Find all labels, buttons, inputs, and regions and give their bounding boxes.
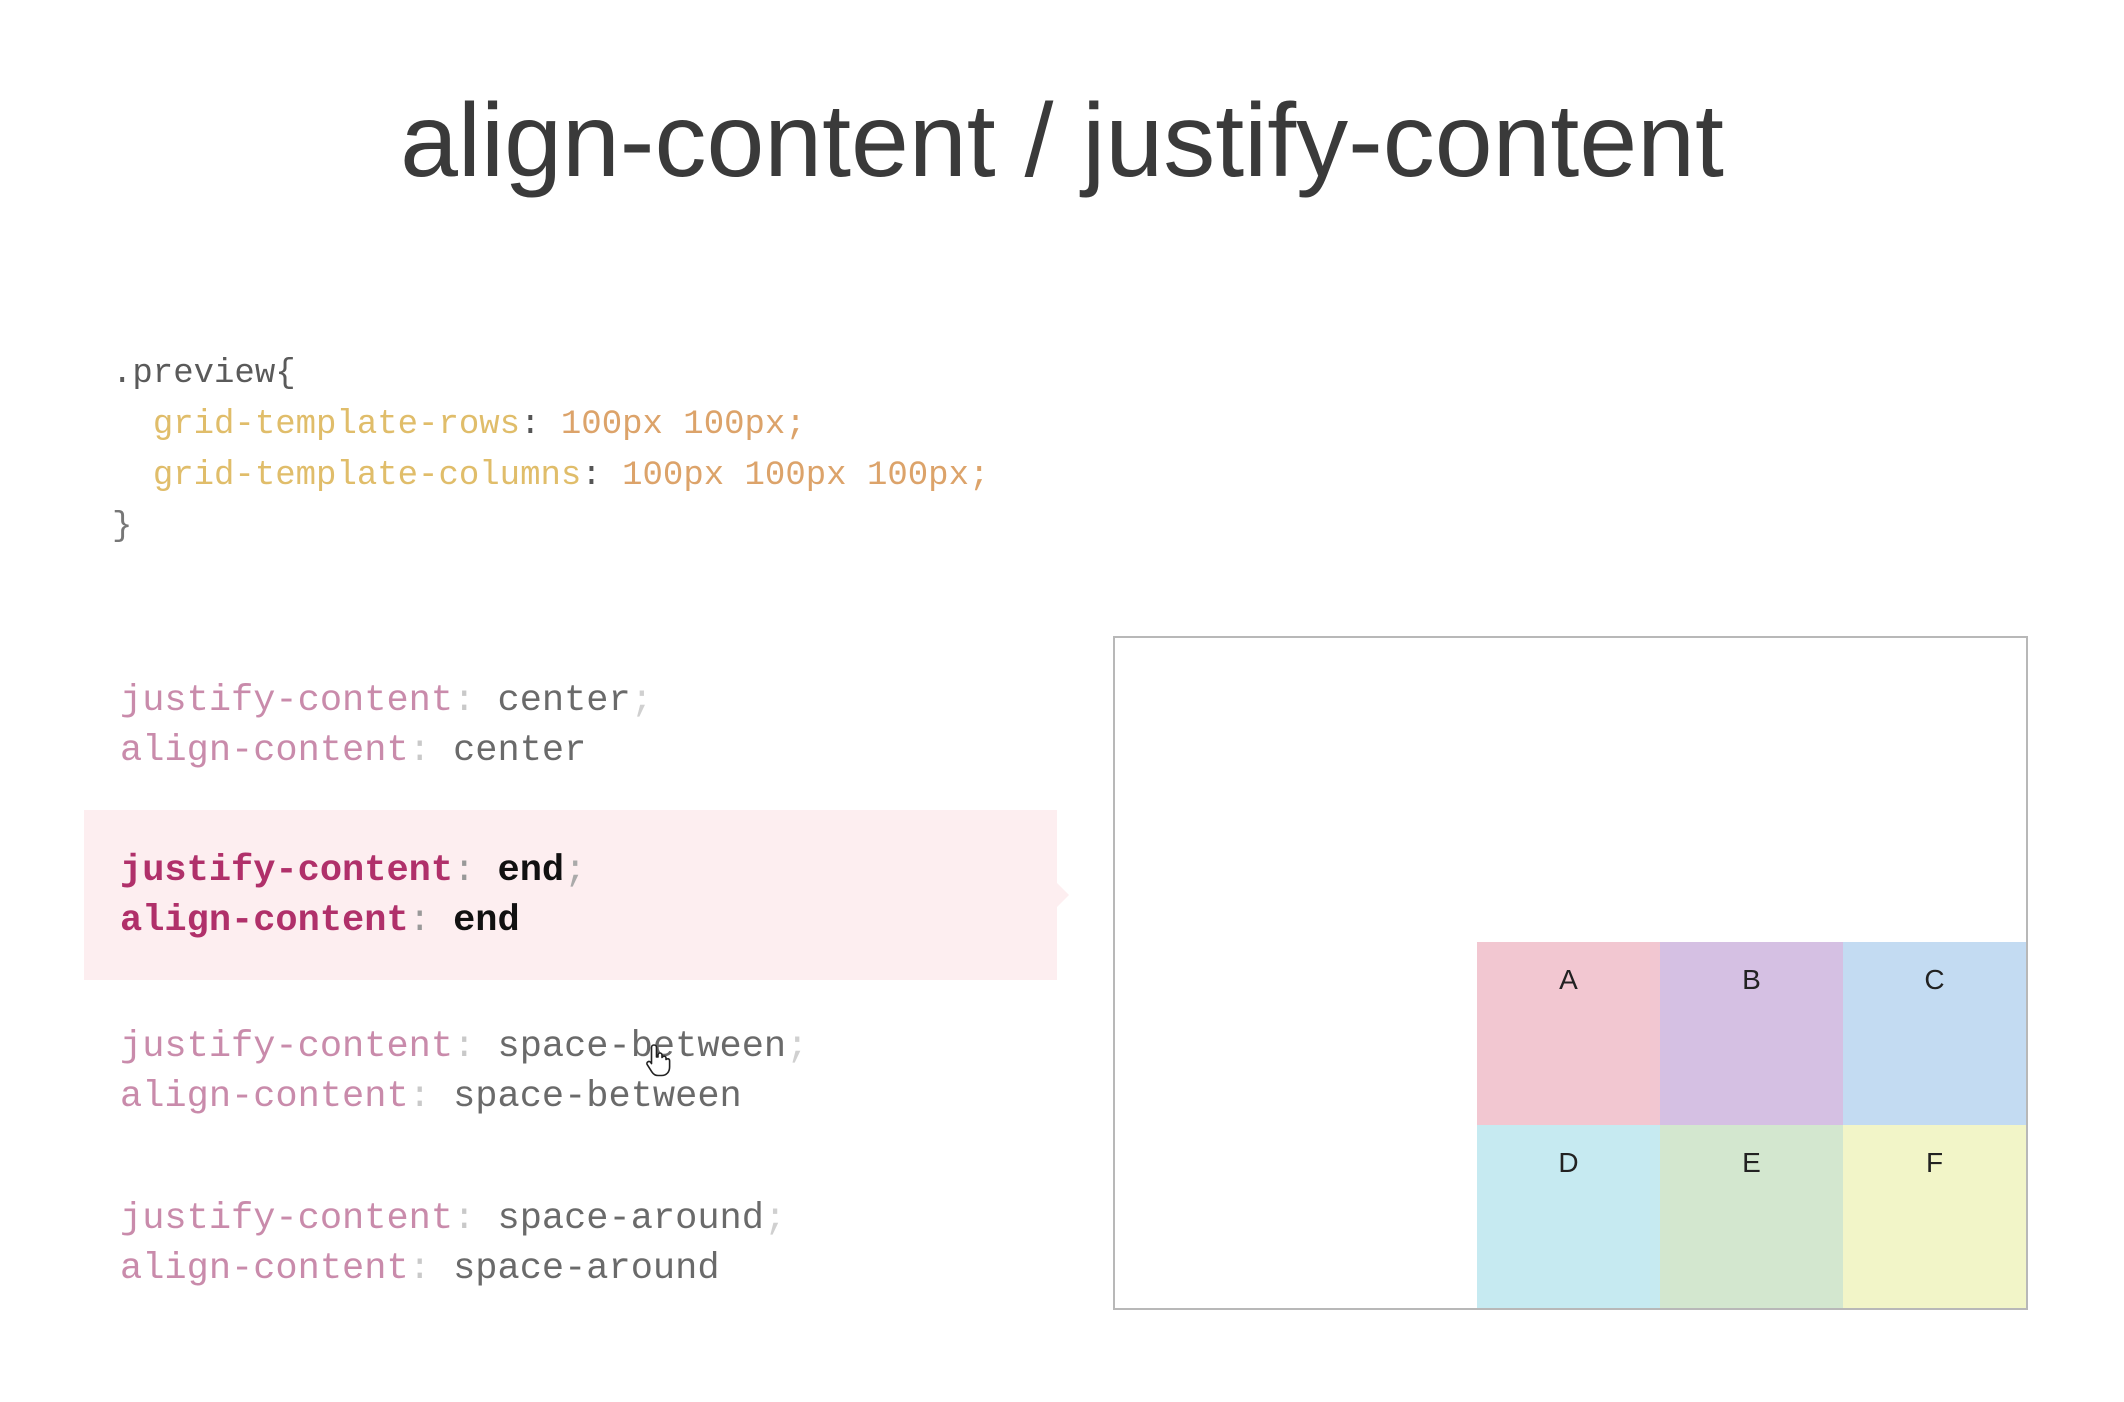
- option-justify-prop: justify-content: [120, 680, 454, 722]
- option-align-prop: align-content: [120, 1248, 409, 1290]
- option-end[interactable]: justify-content: end; align-content: end: [84, 810, 1069, 980]
- grid-cell-c: C: [1843, 942, 2026, 1125]
- option-space-between[interactable]: justify-content: space-between; align-co…: [84, 1010, 1057, 1180]
- option-align-value: center: [453, 730, 587, 772]
- code-colon: :: [581, 457, 623, 495]
- option-colon: :: [453, 1198, 498, 1240]
- code-rule-columns: grid-template-columns: 100px 100px 100px…: [112, 451, 990, 502]
- option-justify-value: end: [497, 850, 565, 892]
- option-justify-value: space-between: [497, 1026, 787, 1068]
- option-align-prop: align-content: [120, 1076, 409, 1118]
- grid-cell-d: D: [1477, 1125, 1660, 1308]
- code-rule-property: grid-template-rows: [152, 406, 521, 444]
- code-colon: :: [520, 406, 561, 444]
- code-rule-value: 100px 100px 100px;: [622, 457, 990, 495]
- code-rule-value: 100px 100px;: [560, 406, 806, 444]
- code-selector: .preview{: [112, 355, 296, 393]
- option-space-around[interactable]: justify-content: space-around; align-con…: [84, 1182, 1057, 1352]
- code-close-brace: }: [112, 508, 133, 546]
- grid-cell-e: E: [1660, 1125, 1843, 1308]
- code-close-line: }: [112, 502, 989, 553]
- grid-preview: A B C D E F: [1113, 636, 2028, 1310]
- grid-cell-f: F: [1843, 1125, 2026, 1308]
- option-semicolon: ;: [630, 680, 653, 722]
- option-justify-prop: justify-content: [120, 1026, 454, 1068]
- option-justify-value: space-around: [497, 1198, 764, 1240]
- option-colon: :: [453, 850, 498, 892]
- option-colon: :: [408, 1248, 454, 1290]
- option-align-value: end: [453, 900, 520, 942]
- hand-pointer-icon: [646, 1044, 671, 1077]
- code-rule-property: grid-template-columns: [152, 457, 582, 495]
- grid-cell-b: B: [1660, 942, 1843, 1125]
- option-colon: :: [453, 680, 498, 722]
- preview-css-code: .preview{ grid-template-rows: 100px 100p…: [112, 349, 989, 553]
- option-justify-prop: justify-content: [120, 1198, 454, 1240]
- option-semicolon: ;: [564, 850, 587, 892]
- option-semicolon: ;: [786, 1026, 809, 1068]
- option-align-value: space-between: [453, 1076, 742, 1118]
- grid-cell-a: A: [1477, 942, 1660, 1125]
- option-align-value: space-around: [453, 1248, 720, 1290]
- code-rule-rows: grid-template-rows: 100px 100px;: [112, 400, 989, 451]
- option-colon: :: [408, 900, 454, 942]
- code-selector-line: .preview{: [112, 349, 989, 400]
- option-semicolon: ;: [763, 1198, 787, 1240]
- slide-title: align-content / justify-content: [400, 83, 1724, 199]
- option-justify-prop: justify-content: [120, 850, 454, 892]
- option-colon: :: [408, 1076, 454, 1118]
- option-colon: :: [453, 1026, 498, 1068]
- option-center[interactable]: justify-content: center; align-content: …: [84, 664, 1057, 834]
- option-align-prop: align-content: [120, 730, 409, 772]
- option-colon: :: [408, 730, 454, 772]
- option-align-prop: align-content: [120, 900, 409, 942]
- option-justify-value: center: [497, 680, 631, 722]
